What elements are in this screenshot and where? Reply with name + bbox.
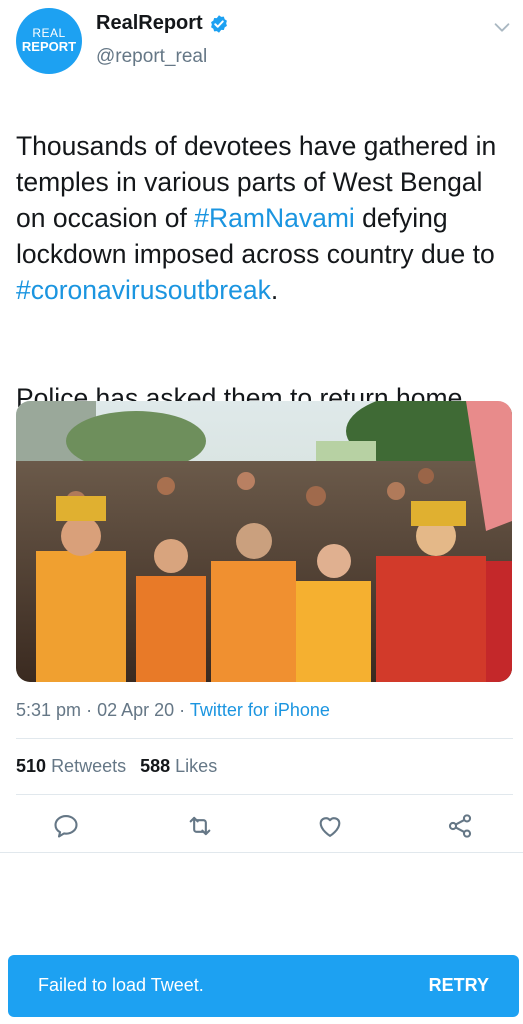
retweets-label: Retweets [51,756,127,776]
retweets-stat[interactable]: 510 Retweets [16,756,126,776]
tweet-stats: 510 Retweets 588 Likes [16,756,217,777]
chevron-down-icon[interactable] [491,16,513,38]
divider [16,794,513,795]
retweets-count: 510 [16,756,47,776]
tweet-paragraph-1: Thousands of devotees have gathered in t… [16,128,511,308]
tweet-text-segment: . [270,275,279,305]
retry-button[interactable]: RETRY [429,975,489,996]
tweet-photo[interactable] [16,401,512,682]
account-handle[interactable]: @report_real [96,46,207,68]
divider [0,852,523,853]
tweet-date: 02 Apr 20 [97,700,175,720]
tweet-photo-image [16,401,512,682]
tweet-actions [0,808,523,844]
avatar[interactable]: REAL REPORT [16,8,82,74]
meta-separator: · [86,700,93,720]
display-name[interactable]: RealReport [96,12,203,35]
likes-label: Likes [175,756,218,776]
divider [16,738,513,739]
share-icon[interactable] [446,812,474,840]
error-snackbar: Failed to load Tweet. RETRY [8,955,519,1017]
tweet-source-link[interactable]: Twitter for iPhone [190,700,330,720]
tweet-meta: 5:31 pm · 02 Apr 20 · Twitter for iPhone [16,700,330,721]
hashtag-ramnavami-link[interactable]: #RamNavami [194,203,355,233]
reply-icon[interactable] [52,812,80,840]
verified-badge-icon [210,14,227,33]
heart-icon[interactable] [316,812,344,840]
retweet-icon[interactable] [186,812,214,840]
meta-separator: · [179,700,186,720]
account-name-row[interactable]: RealReport [96,12,229,35]
hashtag-coronavirusoutbreak-link[interactable]: #coronavirusoutbreak [16,275,271,305]
tweet-time: 5:31 pm [16,700,82,720]
avatar-text-line2: REPORT [21,39,77,55]
likes-count: 588 [140,756,171,776]
snackbar-message: Failed to load Tweet. [38,975,204,995]
likes-stat[interactable]: 588 Likes [140,756,217,776]
